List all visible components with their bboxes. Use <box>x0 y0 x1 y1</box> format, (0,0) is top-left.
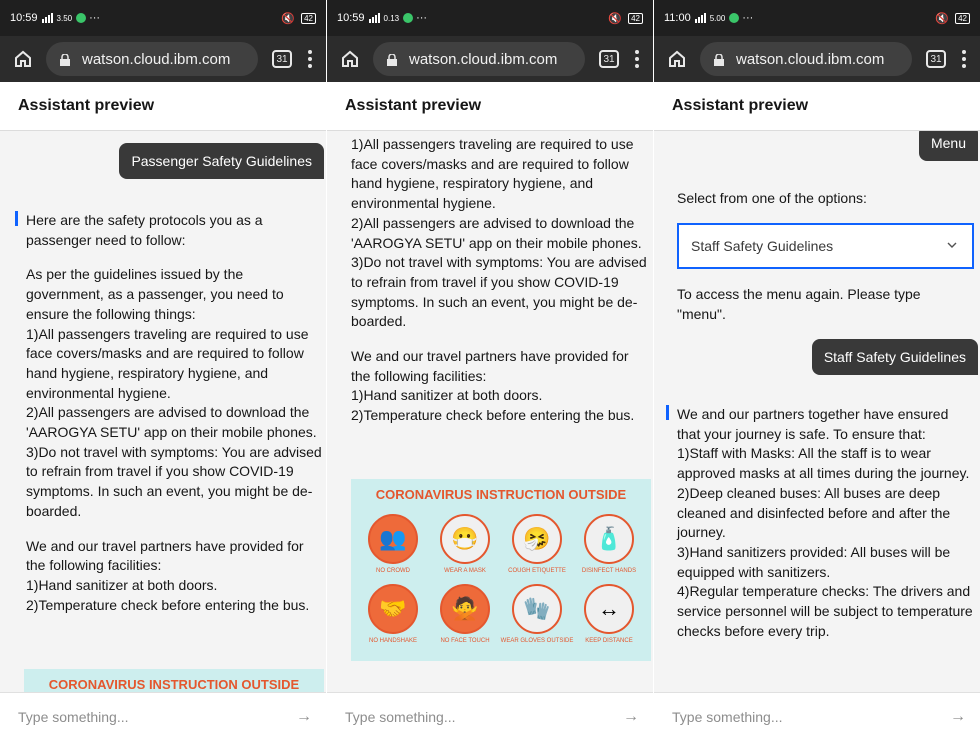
address-bar[interactable]: watson.cloud.ibm.com <box>46 42 258 76</box>
message-input[interactable] <box>672 708 950 725</box>
bot-message: 1)All passengers traveling are required … <box>351 135 647 441</box>
lock-icon <box>387 53 397 66</box>
dropdown-value: Staff Safety Guidelines <box>691 238 834 254</box>
status-time: 10:59 <box>10 12 38 24</box>
menu-message-bubble: Menu <box>918 131 978 161</box>
bot-message-guidelines: As per the guidelines issued by the gove… <box>26 266 322 519</box>
browser-toolbar: watson.cloud.ibm.com 31 <box>0 36 326 82</box>
handshake-icon: 🤝 <box>368 584 418 634</box>
url-text: watson.cloud.ibm.com <box>82 50 231 68</box>
status-time: 11:00 <box>664 12 691 24</box>
message-input[interactable] <box>345 708 623 725</box>
chat-area[interactable]: 1)All passengers traveling are required … <box>327 131 653 692</box>
bot-message: We and our partners together have ensure… <box>677 406 973 639</box>
chat-area[interactable]: Passenger Safety Guidelines Here are the… <box>0 131 326 692</box>
phone-screen-3: 11:00 5.00 ··· 🔇 42 watson.cloud.ibm.com… <box>654 0 980 740</box>
infographic-grid: 👥 NO CROWD 😷 WEAR A MASK 🤧 COUGH ETIQUETTE … <box>351 502 651 644</box>
status-time: 10:59 <box>337 12 365 24</box>
lock-icon <box>714 53 724 66</box>
infographic-image: CORONAVIRUS INSTRUCTION OUTSIDE 👥 NO CROW… <box>351 479 651 661</box>
infographic-title: CORONAVIRUS INSTRUCTION OUTSIDE <box>48 677 300 692</box>
status-bar: 10:59 3.50 ··· 🔇 42 <box>0 0 326 36</box>
url-text: watson.cloud.ibm.com <box>409 50 558 68</box>
phone-screen-2: 10:59 0.13 ··· 🔇 42 watson.cloud.ibm.com… <box>327 0 653 740</box>
infographic-item: 🙅 NO FACE TOUCH <box>429 584 501 644</box>
infographic-item: 😷 WEAR A MASK <box>429 514 501 574</box>
bot-message-guidelines: 1)All passengers traveling are required … <box>351 136 647 330</box>
infographic-item: 🤝 NO HANDSHAKE <box>357 584 429 644</box>
battery-icon: 42 <box>955 12 970 24</box>
network-speed: 3.50 <box>56 13 73 23</box>
cough-icon: 🤧 <box>512 514 562 564</box>
network-speed: 5.00 <box>709 13 726 23</box>
infographic-image: CORONAVIRUS INSTRUCTION OUTSIDE <box>24 669 324 692</box>
address-bar[interactable]: watson.cloud.ibm.com <box>373 42 585 76</box>
network-speed: 0.13 <box>383 13 400 23</box>
whatsapp-icon <box>729 13 740 23</box>
tab-switcher-button[interactable]: 31 <box>599 50 619 68</box>
signal-icon <box>694 13 706 23</box>
gloves-icon: 🧤 <box>512 584 562 634</box>
more-menu-icon[interactable] <box>954 42 974 76</box>
message-input[interactable] <box>18 708 296 725</box>
page-title: Assistant preview <box>654 82 980 131</box>
user-message-bubble: Passenger Safety Guidelines <box>119 143 324 179</box>
infographic-title: CORONAVIRUS INSTRUCTION OUTSIDE <box>375 487 627 502</box>
whatsapp-icon <box>403 13 414 23</box>
infographic-item: 👥 NO CROWD <box>357 514 429 574</box>
signal-icon <box>41 13 53 23</box>
arrow-right-icon[interactable]: → <box>950 708 980 726</box>
tab-switcher-button[interactable]: 31 <box>926 50 946 68</box>
face-touch-icon: 🙅 <box>440 584 490 634</box>
browser-toolbar: watson.cloud.ibm.com 31 <box>327 36 653 82</box>
bot-message-facilities: We and our travel partners have provided… <box>351 348 635 424</box>
crowd-icon: 👥 <box>368 514 418 564</box>
bot-message-intro: Here are the safety protocols you as a p… <box>26 212 263 248</box>
message-input-bar: → <box>327 692 653 740</box>
message-input-bar: → <box>654 692 980 740</box>
phone-screen-1: 10:59 3.50 ··· 🔇 42 watson.cloud.ibm.com… <box>0 0 326 740</box>
browser-toolbar: watson.cloud.ibm.com 31 <box>654 36 980 82</box>
bot-message-indicator <box>15 211 18 226</box>
battery-icon: 42 <box>628 12 643 24</box>
mute-icon: 🔇 <box>608 12 623 25</box>
status-bar: 11:00 5.00 ··· 🔇 42 <box>654 0 980 36</box>
message-input-bar: → <box>0 692 326 740</box>
infographic-item: ↔ KEEP DISTANCE <box>573 584 645 644</box>
whatsapp-icon <box>76 13 87 23</box>
menu-hint: To access the menu again. Please type "m… <box>677 286 921 322</box>
options-dropdown[interactable]: Staff Safety Guidelines <box>677 223 974 269</box>
lock-icon <box>60 53 70 66</box>
user-message-bubble: Staff Safety Guidelines <box>811 339 978 375</box>
infographic-item: 🧴 DISINFECT HANDS <box>573 514 645 574</box>
mute-icon: 🔇 <box>281 12 296 25</box>
home-icon[interactable] <box>333 42 367 76</box>
url-text: watson.cloud.ibm.com <box>736 50 885 68</box>
home-icon[interactable] <box>6 42 40 76</box>
more-menu-icon[interactable] <box>627 42 647 76</box>
signal-icon <box>368 13 380 23</box>
arrow-right-icon[interactable]: → <box>296 708 326 726</box>
hand-sanitizer-icon: 🧴 <box>584 514 634 564</box>
arrow-right-icon[interactable]: → <box>623 708 653 726</box>
page-title: Assistant preview <box>0 82 326 131</box>
bot-message-facilities: We and our travel partners have provided… <box>26 537 310 613</box>
bot-message: Here are the safety protocols you as a p… <box>26 211 322 630</box>
distance-icon: ↔ <box>584 584 634 634</box>
chat-area[interactable]: Menu Select from one of the options: Sta… <box>654 131 980 692</box>
infographic-item: 🧤 WEAR GLOVES OUTSIDE <box>501 584 573 644</box>
mask-icon: 😷 <box>440 514 490 564</box>
chevron-down-icon <box>947 242 957 248</box>
bot-message-indicator <box>666 405 669 420</box>
address-bar[interactable]: watson.cloud.ibm.com <box>700 42 912 76</box>
tab-switcher-button[interactable]: 31 <box>272 50 292 68</box>
battery-icon: 42 <box>301 12 316 24</box>
mute-icon: 🔇 <box>935 12 950 25</box>
select-prompt: Select from one of the options: <box>677 190 867 206</box>
more-menu-icon[interactable] <box>300 42 320 76</box>
page-title: Assistant preview <box>327 82 653 131</box>
status-bar: 10:59 0.13 ··· 🔇 42 <box>327 0 653 36</box>
home-icon[interactable] <box>660 42 694 76</box>
infographic-item: 🤧 COUGH ETIQUETTE <box>501 514 573 574</box>
